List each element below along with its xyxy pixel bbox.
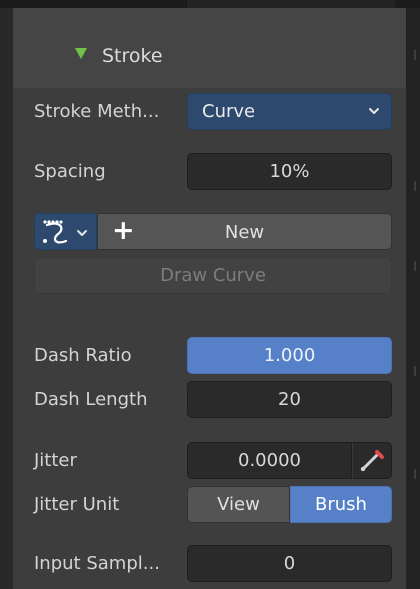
input-samples-value: 0 — [283, 553, 296, 574]
spacing-label: Spacing — [34, 161, 106, 182]
left-gutter — [0, 8, 13, 589]
dash-length-label: Dash Length — [34, 389, 148, 410]
gutter-mark — [414, 181, 416, 191]
jitter-unit-brush-label: Brush — [315, 494, 367, 515]
gutter-mark — [414, 366, 416, 376]
stroke-method-label: Stroke Meth... — [34, 101, 160, 122]
new-curve-button[interactable]: + New — [97, 213, 392, 250]
stroke-method-value: Curve — [202, 101, 256, 122]
jitter-unit-view-label: View — [217, 494, 260, 515]
spacing-value: 10% — [269, 161, 310, 182]
top-band — [0, 0, 420, 8]
stroke-method-dropdown[interactable]: Curve — [187, 93, 392, 130]
gutter-mark — [414, 469, 416, 479]
jitter-pressure-toggle[interactable] — [352, 442, 392, 479]
jitter-unit-view-option[interactable]: View — [187, 486, 290, 523]
jitter-unit-label: Jitter Unit — [34, 494, 120, 515]
curve-preset-dropdown[interactable] — [34, 213, 97, 250]
dash-ratio-value: 1.000 — [263, 345, 316, 366]
dash-length-value: 20 — [278, 389, 301, 410]
spacing-field[interactable]: 10% — [187, 153, 392, 190]
dash-ratio-slider[interactable]: 1.000 — [187, 337, 392, 374]
input-samples-label: Input Sampl... — [34, 553, 160, 574]
panel-title: Stroke — [102, 45, 163, 67]
stroke-panel-header[interactable]: Stroke — [13, 8, 406, 88]
jitter-label: Jitter — [34, 450, 77, 471]
right-scroll-gutter[interactable] — [406, 8, 420, 589]
chevron-down-icon — [77, 230, 87, 236]
dash-length-field[interactable]: 20 — [187, 381, 392, 418]
gutter-mark — [414, 50, 416, 60]
top-band-seam — [186, 0, 395, 8]
jitter-field[interactable]: 0.0000 — [187, 442, 352, 479]
gutter-mark — [414, 261, 416, 271]
new-curve-label: New — [224, 222, 265, 243]
chevron-down-icon — [369, 108, 379, 114]
draw-curve-label: Draw Curve — [160, 265, 266, 286]
jitter-value: 0.0000 — [238, 450, 301, 471]
triangle-down-icon — [75, 48, 87, 59]
jitter-unit-brush-option[interactable]: Brush — [290, 486, 392, 523]
draw-curve-button[interactable]: Draw Curve — [34, 257, 392, 294]
dash-ratio-label: Dash Ratio — [34, 345, 132, 366]
pen-pressure-icon — [360, 450, 384, 472]
input-samples-field[interactable]: 0 — [187, 545, 392, 582]
